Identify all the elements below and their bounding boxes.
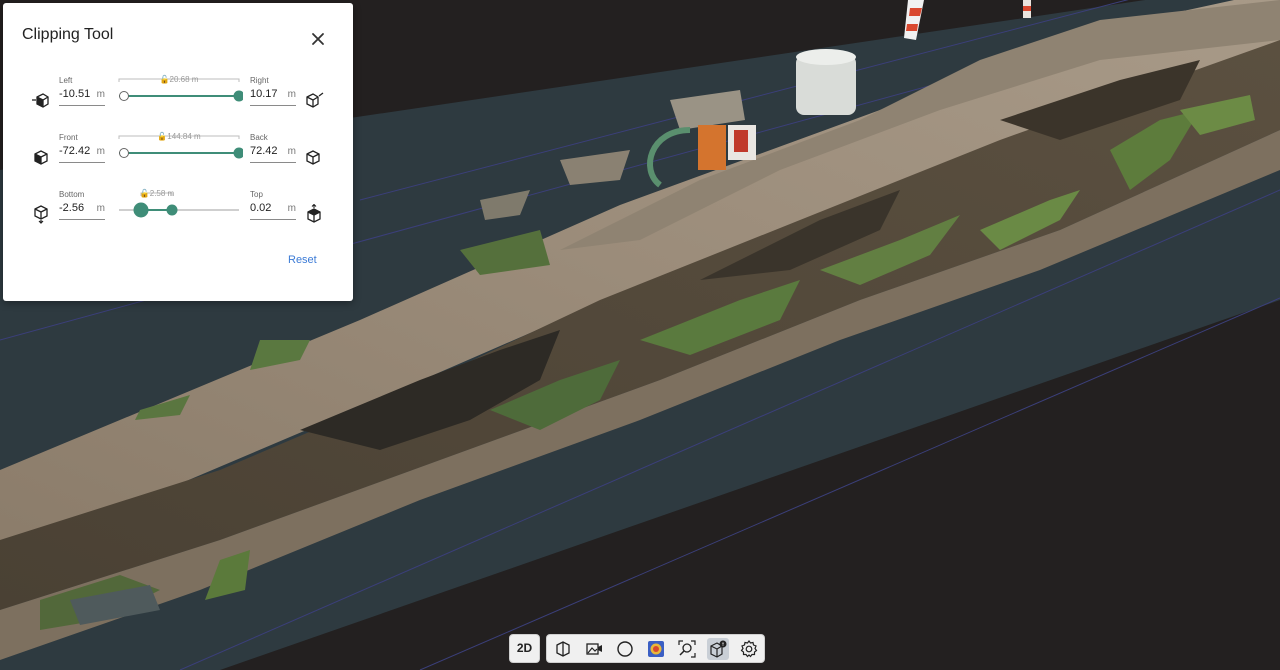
y-max-handle	[233, 147, 245, 159]
x-min-handle	[119, 91, 129, 101]
back-label: Back	[250, 133, 268, 142]
z-axis-row: Bottom m 🔓2.58 m Top m	[3, 189, 353, 240]
unit-label: m	[96, 146, 105, 157]
left-label: Left	[59, 76, 73, 85]
close-icon	[312, 33, 324, 45]
view-toolbar	[546, 634, 765, 663]
unit-label: m	[96, 203, 105, 214]
back-field[interactable]: m	[250, 144, 296, 163]
circle-tool-button[interactable]	[614, 638, 636, 660]
x-axis-row: Left m 🔓20.68 m Right m	[3, 75, 353, 126]
front-input[interactable]	[59, 145, 93, 157]
unit-label: m	[287, 89, 296, 100]
unit-label: m	[96, 89, 105, 100]
y-span-label: 🔓144.84 m	[157, 132, 201, 141]
image-camera-button[interactable]	[583, 638, 605, 660]
z-span-label: 🔓2.58 m	[139, 189, 175, 198]
clip-front-icon	[34, 150, 48, 165]
clip-right-icon	[306, 92, 324, 108]
z-min-handle	[133, 202, 149, 218]
machine	[698, 125, 726, 170]
y-axis-row: Front m 🔓144.84 m Back m	[3, 132, 353, 183]
clip-back-icon	[306, 150, 320, 165]
machine-panel	[734, 130, 748, 152]
right-field[interactable]: m	[250, 87, 296, 106]
y-range-slider[interactable]: 🔓144.84 m	[115, 132, 245, 169]
z-max-handle	[166, 204, 178, 216]
top-input[interactable]	[250, 202, 284, 214]
lock-icon: 🔓	[159, 75, 170, 84]
y-min-handle	[119, 148, 129, 158]
clipping-tool-panel: Clipping Tool Left m 🔓20.68 m	[3, 3, 353, 301]
close-button[interactable]	[306, 27, 330, 51]
clip-top-icon	[307, 204, 321, 223]
striped-pole-band	[906, 24, 918, 31]
right-label: Right	[250, 76, 269, 85]
cube-view-button[interactable]	[552, 638, 574, 660]
reset-button[interactable]: Reset	[288, 254, 317, 266]
clipping-box-button[interactable]	[707, 638, 729, 660]
top-label: Top	[250, 190, 263, 199]
bottom-input[interactable]	[59, 202, 93, 214]
left-field[interactable]: m	[59, 87, 105, 106]
unit-label: m	[287, 203, 296, 214]
color-mode-button[interactable]	[645, 638, 667, 660]
left-input[interactable]	[59, 88, 93, 100]
clip-left-icon	[32, 93, 49, 108]
top-field[interactable]: m	[250, 201, 296, 220]
settings-button[interactable]	[738, 638, 760, 660]
x-span-label: 🔓20.68 m	[159, 75, 199, 84]
back-input[interactable]	[250, 145, 284, 157]
color-mode-icon	[648, 641, 664, 657]
clip-bottom-icon	[34, 205, 48, 224]
front-field[interactable]: m	[59, 144, 105, 163]
circle-icon	[617, 641, 633, 657]
image-camera-icon	[586, 643, 602, 655]
panel-title: Clipping Tool	[22, 26, 114, 43]
bottom-label: Bottom	[59, 190, 85, 199]
unit-label: m	[287, 146, 296, 157]
lock-icon: 🔓	[139, 189, 150, 198]
barrel-top	[796, 49, 856, 65]
lock-icon: 🔓	[157, 132, 168, 141]
clipping-box-icon	[710, 640, 727, 658]
right-input[interactable]	[250, 88, 284, 100]
striped-pole-band	[909, 8, 922, 16]
x-range-slider[interactable]: 🔓20.68 m	[115, 75, 245, 112]
bottom-field[interactable]: m	[59, 201, 105, 220]
x-max-handle	[233, 90, 245, 102]
cube-view-icon	[556, 641, 570, 657]
marker-post-band	[1023, 6, 1031, 11]
z-range-slider[interactable]: 🔓2.58 m	[115, 189, 243, 226]
settings-gear-icon	[740, 640, 758, 658]
zoom-extent-button[interactable]	[676, 638, 698, 660]
zoom-extent-icon	[678, 640, 696, 658]
front-label: Front	[59, 133, 78, 142]
2d-mode-button[interactable]: 2D	[509, 634, 540, 663]
